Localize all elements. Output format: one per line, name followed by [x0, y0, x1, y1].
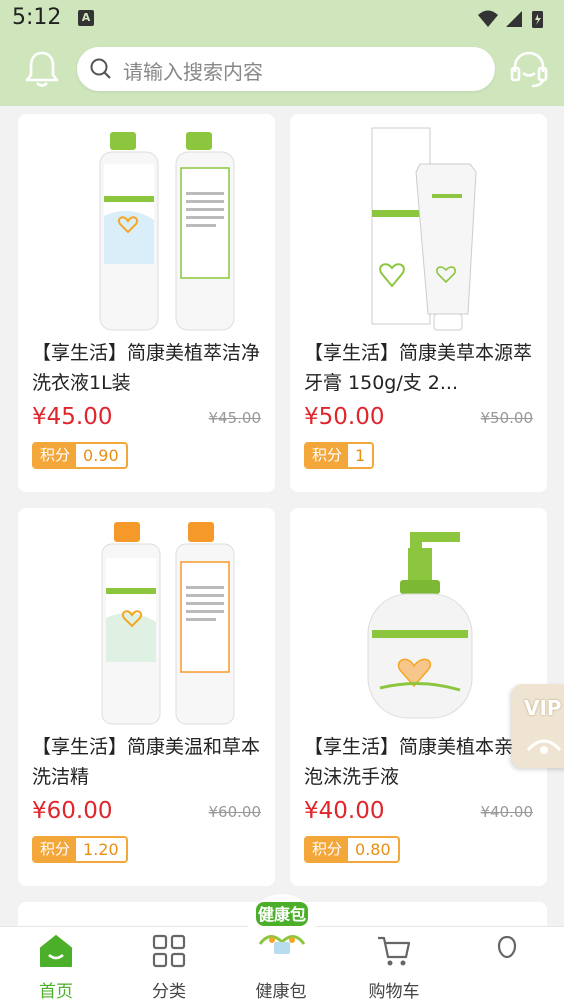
headset-icon[interactable] [508, 48, 550, 90]
product-title[interactable]: 【享生活】简康美草本源萃牙膏 150g/支 2... [304, 338, 536, 398]
product-original-price: ¥40.00 [480, 803, 534, 821]
nav-profile[interactable] [467, 927, 547, 1004]
home-icon [40, 935, 72, 967]
product-card[interactable]: 【享生活】简康美温和草本洗洁精 ¥60.00 ¥60.00 积分 1.20 [18, 508, 275, 886]
product-price: ¥40.00 [304, 798, 385, 824]
product-image [367, 532, 473, 719]
profile-icon [497, 935, 517, 959]
points-value: 0.90 [76, 444, 126, 467]
nav-cart[interactable]: 购物车 [354, 927, 434, 1004]
points-value: 1 [348, 444, 373, 467]
points-label: 积分 [34, 838, 77, 861]
product-title[interactable]: 【享生活】简康美植本亲肤泡沫洗手液 [304, 732, 536, 792]
points-badge: 积分 1.20 [32, 836, 128, 863]
vip-icon [526, 739, 562, 754]
product-image [371, 127, 477, 331]
category-icon [152, 934, 186, 968]
search-icon [90, 58, 111, 79]
product-card[interactable]: 【享生活】简康美植萃洁净洗衣液1L装 ¥45.00 ¥45.00 积分 0.90 [18, 114, 275, 492]
product-image [99, 132, 235, 331]
product-price: ¥45.00 [32, 404, 113, 430]
points-badge: 积分 1 [304, 442, 375, 469]
product-original-price: ¥50.00 [480, 409, 534, 427]
product-image [101, 522, 235, 725]
sim-icon: A [78, 10, 94, 26]
product-price: ¥60.00 [32, 798, 113, 824]
nav-home-label: 首页 [39, 982, 73, 1002]
cart-icon [378, 936, 411, 966]
points-value: 1.20 [76, 838, 126, 861]
points-label: 积分 [306, 838, 349, 861]
points-label: 积分 [306, 444, 349, 467]
product-price: ¥50.00 [304, 404, 385, 430]
top-bar: 5:12 A 请输入搜索内容 [0, 0, 564, 106]
points-badge: 积分 0.90 [32, 442, 128, 469]
product-card[interactable]: 【享生活】简康美草本源萃牙膏 150g/支 2... ¥50.00 ¥50.00… [290, 114, 547, 492]
health-pack-icon[interactable]: 健康包 [246, 892, 318, 964]
svg-text:健康包: 健康包 [258, 905, 306, 924]
search-input[interactable]: 请输入搜索内容 [77, 47, 495, 91]
product-original-price: ¥60.00 [208, 803, 262, 821]
vip-label: VIP [524, 696, 562, 720]
nav-health-pack-label: 健康包 [255, 982, 307, 1002]
search-placeholder: 请输入搜索内容 [123, 60, 263, 84]
nav-cart-label: 购物车 [368, 982, 420, 1002]
product-title[interactable]: 【享生活】简康美植萃洁净洗衣液1L装 [32, 338, 264, 398]
product-title[interactable]: 【享生活】简康美温和草本洗洁精 [32, 732, 264, 792]
vip-float-button[interactable]: VIP [512, 684, 564, 768]
bell-icon[interactable] [20, 47, 64, 91]
nav-home[interactable]: 首页 [16, 927, 96, 1004]
nav-category[interactable]: 分类 [129, 927, 209, 1004]
status-icons [478, 10, 543, 28]
status-time: 5:12 [12, 5, 62, 30]
signal-icon [506, 11, 522, 27]
points-value: 0.80 [348, 838, 398, 861]
wifi-icon [478, 10, 498, 27]
points-label: 积分 [34, 444, 77, 467]
product-original-price: ¥45.00 [208, 409, 262, 427]
points-badge: 积分 0.80 [304, 836, 400, 863]
status-bar: 5:12 A [0, 0, 564, 38]
product-card[interactable]: 【享生活】简康美植本亲肤泡沫洗手液 ¥40.00 ¥40.00 积分 0.80 [290, 508, 547, 886]
nav-category-label: 分类 [152, 982, 186, 1002]
